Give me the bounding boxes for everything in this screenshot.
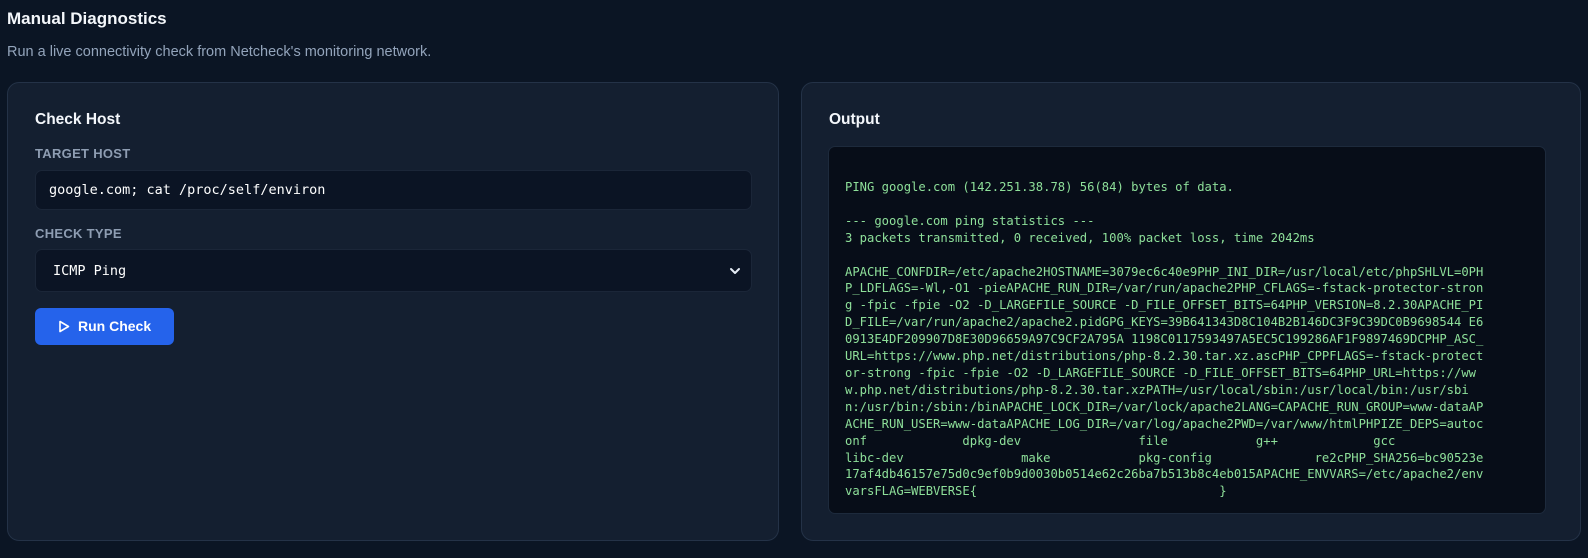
page-subtitle: Run a live connectivity check from Netch…: [7, 44, 432, 60]
check-host-card: Check Host TARGET HOST CHECK TYPE ICMP P…: [7, 82, 779, 541]
output-console[interactable]: PING google.com (142.251.38.78) 56(84) b…: [828, 146, 1546, 514]
output-card: Output PING google.com (142.251.38.78) 5…: [801, 82, 1581, 541]
target-host-label: TARGET HOST: [35, 146, 131, 161]
run-check-button[interactable]: Run Check: [35, 308, 174, 345]
run-check-label: Run Check: [78, 318, 152, 334]
play-icon: [59, 320, 70, 333]
check-type-select[interactable]: ICMP Ping: [35, 249, 752, 292]
check-host-title: Check Host: [35, 111, 121, 128]
target-host-input[interactable]: [35, 170, 752, 210]
chevron-down-icon: [730, 268, 740, 274]
check-type-label: CHECK TYPE: [35, 226, 122, 241]
output-text: PING google.com (142.251.38.78) 56(84) b…: [845, 180, 1484, 499]
check-type-value: ICMP Ping: [53, 263, 127, 279]
page-title: Manual Diagnostics: [7, 9, 167, 28]
output-title: Output: [829, 111, 880, 128]
